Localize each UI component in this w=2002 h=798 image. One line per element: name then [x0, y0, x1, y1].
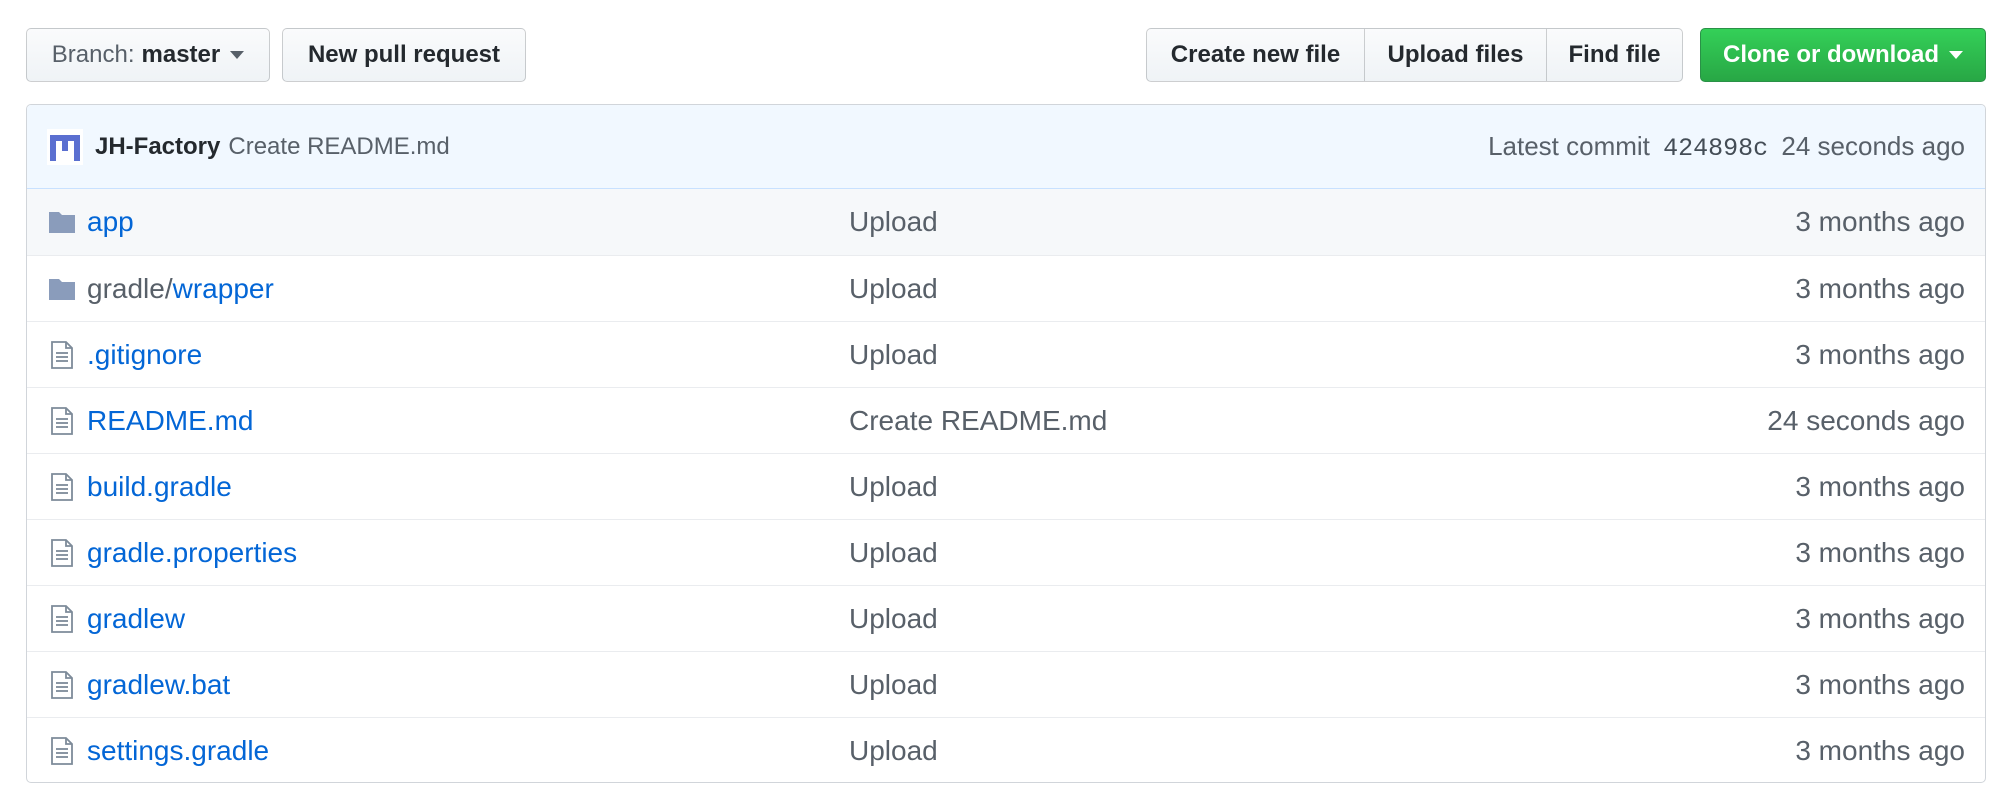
commit-age: 3 months ago — [1795, 338, 1965, 370]
file-row: gradle.properties Upload 3 months ago — [27, 519, 1985, 585]
commit-message-link[interactable]: Upload — [849, 471, 938, 503]
find-file-button[interactable]: Find file — [1546, 28, 1683, 82]
file-text-icon — [47, 604, 77, 634]
latest-commit-bar: JH-Factory Create README.md Latest commi… — [27, 105, 1985, 189]
file-name-text: wrapper — [172, 272, 274, 304]
branch-label: Branch: — [51, 41, 135, 68]
commit-message-link[interactable]: Upload — [849, 537, 938, 569]
file-row: app Upload 3 months ago — [27, 189, 1985, 255]
new-pull-request-button[interactable]: New pull request — [282, 28, 526, 82]
commit-sha-link[interactable]: 424898c — [1663, 134, 1768, 163]
file-name-link[interactable]: gradlew — [87, 603, 185, 635]
caret-down-icon — [1949, 51, 1963, 59]
file-rows: app Upload 3 months ago gradle/wrapper Uploa… — [27, 189, 1985, 782]
file-row: .gitignore Upload 3 months ago — [27, 321, 1985, 387]
file-text-icon — [47, 538, 77, 568]
commit-message-link[interactable]: Upload — [849, 603, 938, 635]
file-row: gradlew Upload 3 months ago — [27, 585, 1985, 651]
file-name-text: .gitignore — [87, 338, 203, 370]
branch-select-button[interactable]: Branch: master — [26, 28, 270, 82]
commit-message-link[interactable]: Upload — [849, 735, 938, 767]
file-name-text: gradlew — [87, 602, 186, 634]
file-name-text: settings.gradle — [87, 734, 270, 766]
file-name-link[interactable]: gradle/wrapper — [87, 273, 274, 305]
branch-name: master — [141, 41, 221, 68]
create-new-file-button[interactable]: Create new file — [1146, 28, 1365, 82]
clone-or-download-button[interactable]: Clone or download — [1700, 28, 1986, 82]
caret-down-icon — [230, 51, 245, 59]
avatar[interactable] — [47, 128, 83, 165]
file-text-icon — [47, 736, 77, 766]
upload-files-button[interactable]: Upload files — [1364, 28, 1547, 82]
file-name-link[interactable]: settings.gradle — [87, 735, 269, 767]
file-text-icon — [47, 472, 77, 502]
file-row: gradlew.bat Upload 3 months ago — [27, 651, 1985, 717]
commit-age: 24 seconds ago — [1767, 404, 1965, 436]
commit-age: 3 months ago — [1795, 272, 1965, 304]
commit-message-link[interactable]: Upload — [849, 669, 938, 701]
file-name-link[interactable]: gradlew.bat — [87, 669, 230, 701]
file-name-link[interactable]: README.md — [87, 405, 253, 437]
folder-icon — [47, 207, 77, 237]
clone-label: Clone or download — [1723, 41, 1939, 68]
commit-author-link[interactable]: JH-Factory — [95, 133, 220, 161]
commit-message-link[interactable]: Upload — [849, 206, 938, 238]
commit-message-link[interactable]: Upload — [849, 273, 938, 305]
commit-message-link[interactable]: Upload — [849, 339, 938, 371]
latest-commit-label: Latest commit — [1488, 130, 1650, 161]
file-name-link[interactable]: build.gradle — [87, 471, 232, 503]
file-row: build.gradle Upload 3 months ago — [27, 453, 1985, 519]
file-row: settings.gradle Upload 3 months ago — [27, 717, 1985, 782]
latest-commit-info: Latest commit 424898c 24 seconds ago — [1488, 131, 1965, 163]
commit-age: 24 seconds ago — [1781, 130, 1965, 161]
commit-age: 3 months ago — [1795, 602, 1965, 634]
file-text-icon — [47, 340, 77, 370]
file-name-text: app — [87, 206, 134, 237]
file-row: README.md Create README.md 24 seconds ago — [27, 387, 1985, 453]
file-name-text: gradle.properties — [87, 536, 298, 568]
file-name-link[interactable]: app — [87, 206, 134, 238]
directory-prefix: gradle/ — [87, 272, 173, 304]
commit-message-link[interactable]: Create README.md — [849, 405, 1107, 437]
folder-icon — [47, 274, 77, 304]
file-name-link[interactable]: gradle.properties — [87, 537, 297, 569]
file-row: gradle/wrapper Upload 3 months ago — [27, 255, 1985, 321]
commit-age: 3 months ago — [1795, 470, 1965, 502]
file-name-text: gradlew.bat — [87, 668, 231, 700]
file-text-icon — [47, 406, 77, 436]
file-name-link[interactable]: .gitignore — [87, 339, 202, 371]
commit-age: 3 months ago — [1795, 206, 1965, 237]
commit-age: 3 months ago — [1795, 536, 1965, 568]
file-name-text: README.md — [87, 404, 254, 436]
commit-age: 3 months ago — [1795, 734, 1965, 766]
file-text-icon — [47, 670, 77, 700]
file-listing: JH-Factory Create README.md Latest commi… — [26, 104, 1986, 783]
file-name-text: build.gradle — [87, 470, 232, 502]
file-actions-group: Create new file Upload files Find file — [1146, 28, 1684, 82]
commit-age: 3 months ago — [1795, 668, 1965, 700]
commit-message-link[interactable]: Create README.md — [228, 133, 449, 161]
